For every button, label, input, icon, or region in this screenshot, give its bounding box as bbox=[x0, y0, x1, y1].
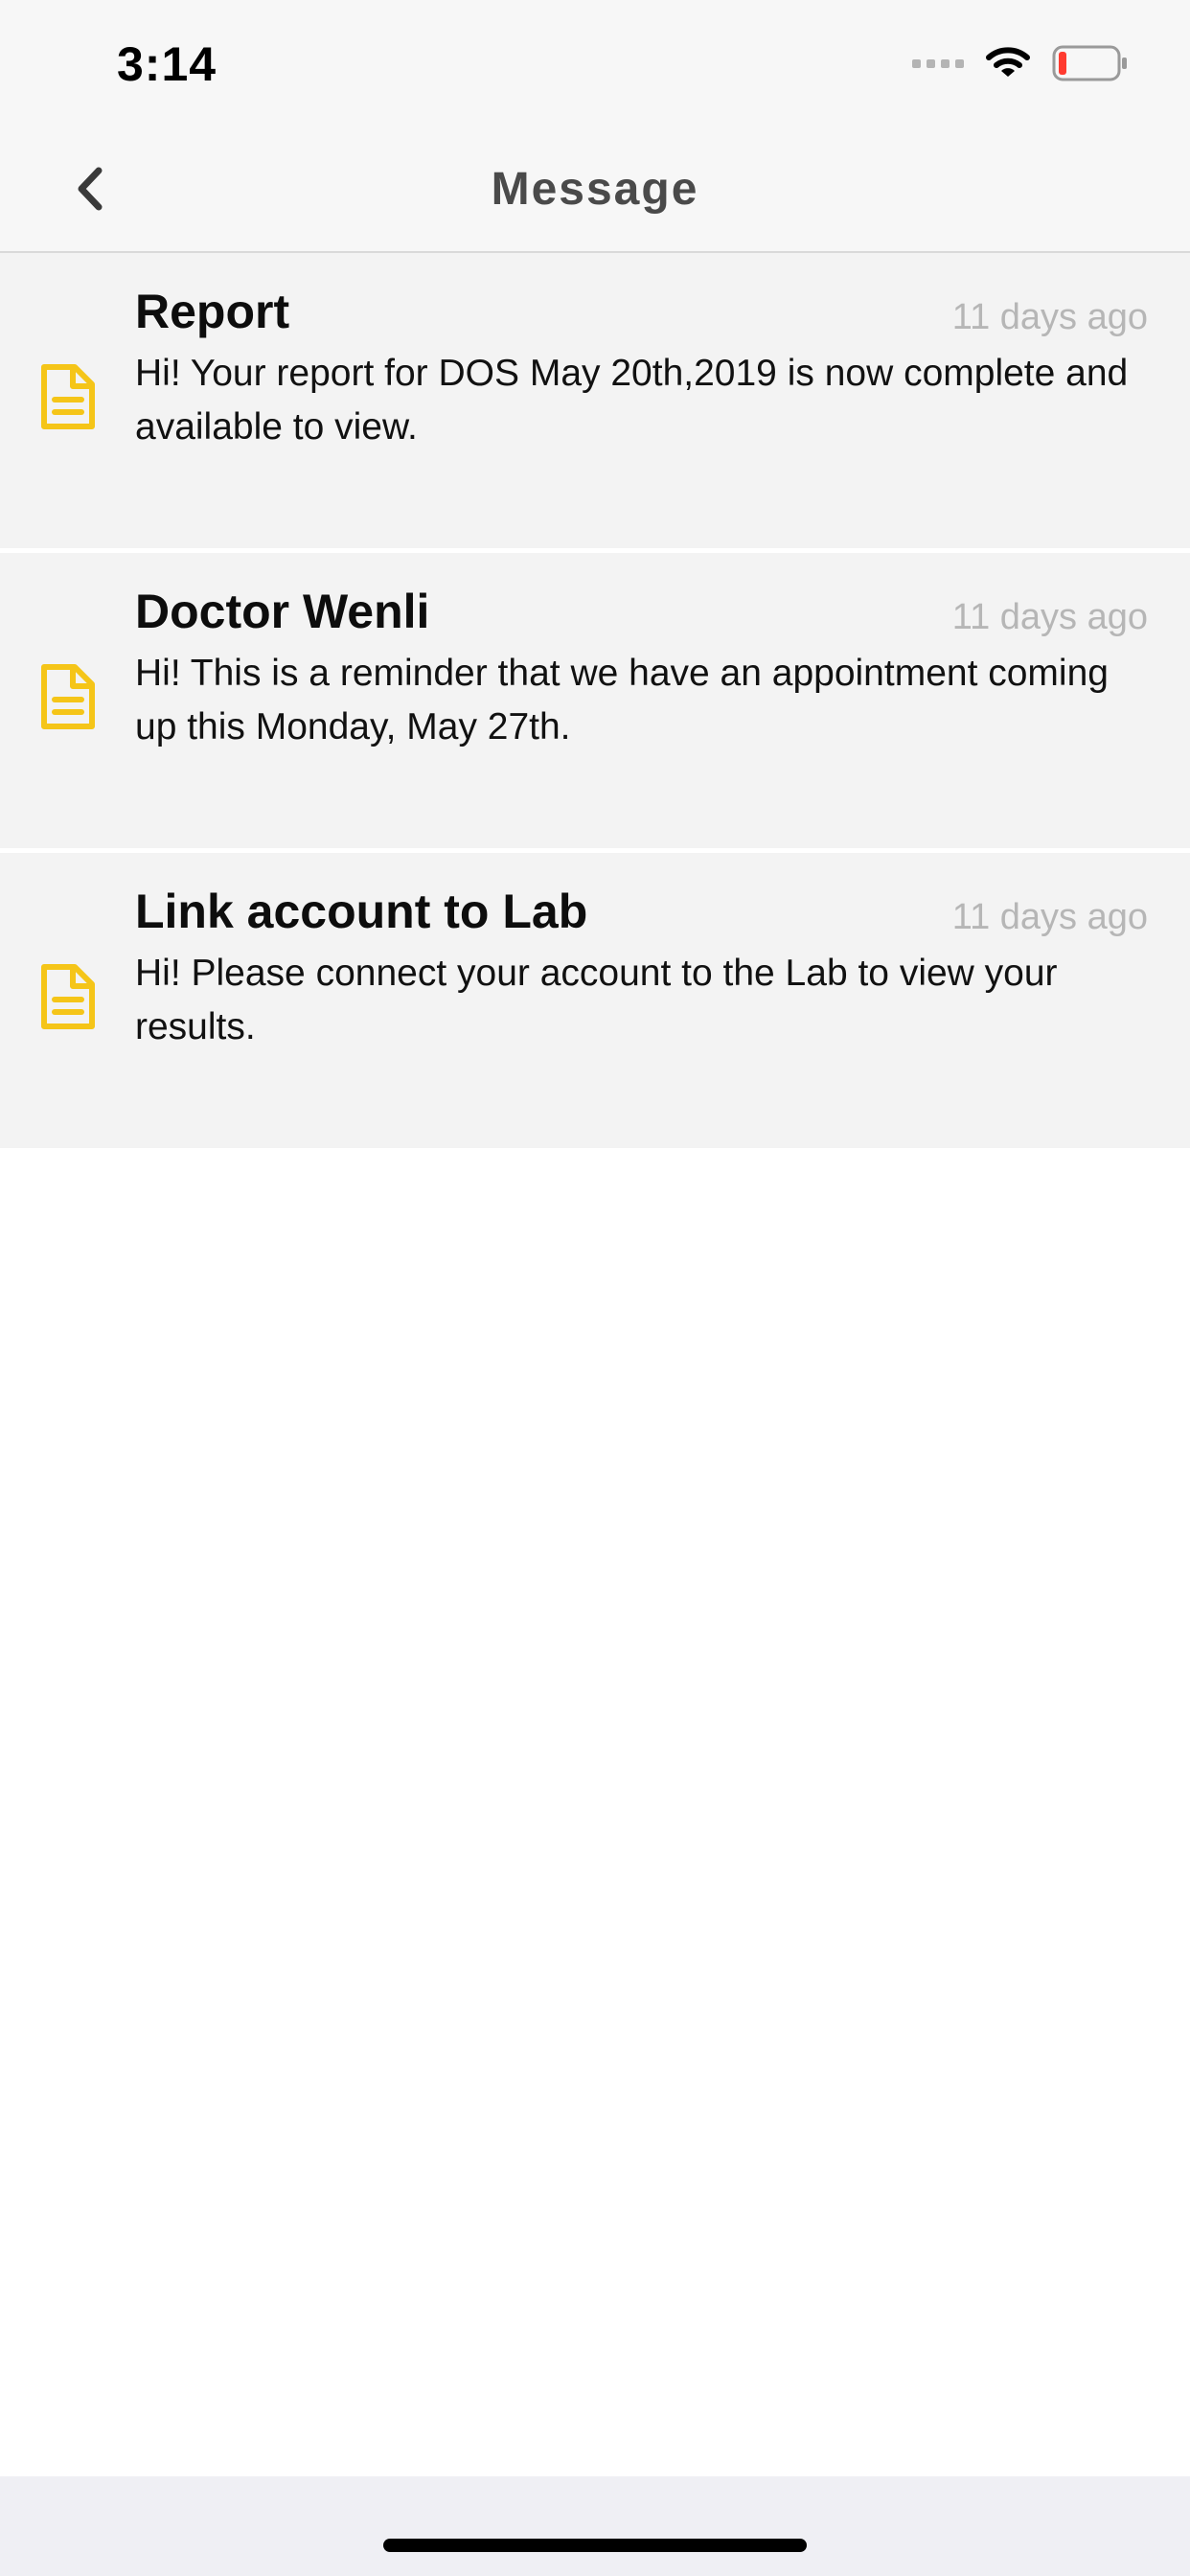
message-timestamp: 11 days ago bbox=[951, 897, 1148, 937]
message-item-link-account[interactable]: Link account to Lab 11 days ago Hi! Plea… bbox=[0, 853, 1190, 1148]
document-icon bbox=[41, 364, 95, 429]
status-time: 3:14 bbox=[117, 37, 217, 91]
document-icon bbox=[41, 964, 95, 1029]
message-title: Link account to Lab bbox=[135, 885, 588, 938]
cellular-signal-icon bbox=[912, 58, 964, 68]
message-title: Doctor Wenli bbox=[135, 585, 430, 638]
message-timestamp: 11 days ago bbox=[951, 597, 1148, 637]
wifi-icon bbox=[986, 47, 1030, 77]
message-item-doctor-wenli[interactable]: Doctor Wenli 11 days ago Hi! This is a r… bbox=[0, 553, 1190, 853]
message-item-report[interactable]: Report 11 days ago Hi! Your report for D… bbox=[0, 253, 1190, 553]
status-bar: 3:14 bbox=[0, 0, 1190, 126]
message-title: Report bbox=[135, 285, 290, 338]
message-preview: Hi! Your report for DOS May 20th,2019 is… bbox=[135, 353, 1129, 448]
message-preview: Hi! Please connect your account to the L… bbox=[135, 953, 1058, 1047]
battery-icon bbox=[1052, 45, 1127, 81]
message-list: Report 11 days ago Hi! Your report for D… bbox=[0, 253, 1190, 1148]
document-icon bbox=[41, 664, 95, 729]
message-timestamp: 11 days ago bbox=[951, 297, 1148, 337]
page-title: Message bbox=[491, 164, 699, 215]
message-preview: Hi! This is a reminder that we have an a… bbox=[135, 653, 1109, 748]
status-icons bbox=[912, 42, 1129, 84]
navigation-bar: Message bbox=[0, 126, 1190, 253]
home-indicator-area bbox=[0, 2476, 1190, 2576]
home-indicator[interactable] bbox=[383, 2539, 807, 2552]
